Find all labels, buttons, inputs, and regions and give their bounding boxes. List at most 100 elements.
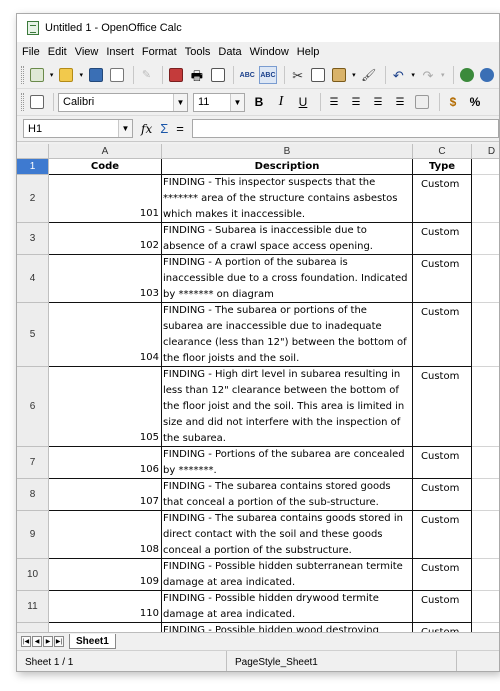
row-header[interactable]: 1	[17, 159, 49, 175]
spreadsheet-grid[interactable]: A B C D 1 Code Description Type 2 101 FI…	[17, 144, 499, 632]
last-sheet-icon[interactable]: ▶|	[54, 636, 64, 647]
page-preview-icon[interactable]	[209, 66, 227, 84]
description-cell[interactable]: FINDING - A portion of the subarea is in…	[162, 255, 413, 303]
next-sheet-icon[interactable]: ▶	[43, 636, 53, 647]
percent-format-button[interactable]: %	[466, 93, 484, 111]
empty-cell[interactable]	[472, 591, 499, 623]
chevron-down-icon[interactable]: ▼	[118, 120, 132, 137]
type-cell[interactable]: Custom	[413, 511, 472, 559]
menu-tools[interactable]: Tools	[185, 46, 211, 58]
empty-cell[interactable]	[472, 159, 499, 175]
menu-data[interactable]: Data	[218, 46, 241, 58]
dropdown-arrow-icon[interactable]: ▾	[49, 66, 55, 84]
open-folder-icon[interactable]	[58, 66, 76, 84]
column-header-b[interactable]: B	[162, 144, 413, 159]
description-cell[interactable]: FINDING - The subarea contains goods sto…	[162, 511, 413, 559]
name-box[interactable]: H1 ▼	[23, 119, 133, 138]
type-cell[interactable]: Custom	[413, 223, 472, 255]
previous-sheet-icon[interactable]: ◀	[32, 636, 42, 647]
header-cell-code[interactable]: Code	[49, 159, 162, 175]
description-cell[interactable]: FINDING - Possible hidden wood destroyin…	[162, 623, 413, 632]
empty-cell[interactable]	[472, 175, 499, 223]
first-sheet-icon[interactable]: |◀	[21, 636, 31, 647]
empty-cell[interactable]	[472, 223, 499, 255]
dropdown-arrow-icon[interactable]: ▾	[410, 66, 416, 84]
empty-cell[interactable]	[472, 479, 499, 511]
spellcheck-icon[interactable]: ABC	[238, 66, 256, 84]
formula-input[interactable]	[191, 119, 499, 138]
row-header[interactable]: 2	[17, 175, 49, 223]
column-header-c[interactable]: C	[413, 144, 472, 159]
copy-icon[interactable]	[310, 66, 328, 84]
code-cell[interactable]: 110	[49, 591, 162, 623]
code-cell[interactable]	[49, 623, 162, 632]
function-wizard-button[interactable]: fx	[141, 122, 152, 136]
row-header[interactable]: 6	[17, 367, 49, 447]
description-cell[interactable]: FINDING - This inspector suspects that t…	[162, 175, 413, 223]
paste-icon[interactable]	[330, 66, 348, 84]
dropdown-arrow-icon[interactable]: ▾	[440, 66, 446, 84]
type-cell[interactable]: Custom	[413, 559, 472, 591]
merge-cells-icon[interactable]	[413, 93, 431, 111]
toolbar-grip[interactable]	[21, 93, 24, 111]
code-cell[interactable]: 101	[49, 175, 162, 223]
code-cell[interactable]: 103	[49, 255, 162, 303]
code-cell[interactable]: 102	[49, 223, 162, 255]
row-header[interactable]: 7	[17, 447, 49, 479]
empty-cell[interactable]	[472, 255, 499, 303]
justify-icon[interactable]: ☰	[391, 93, 409, 111]
description-cell[interactable]: FINDING - Subarea is inaccessible due to…	[162, 223, 413, 255]
code-cell[interactable]: 106	[49, 447, 162, 479]
chevron-down-icon[interactable]: ▼	[230, 93, 244, 111]
format-paintbrush-icon[interactable]: 🖌	[360, 66, 378, 84]
print-icon[interactable]: 🖶	[188, 66, 206, 84]
menu-file[interactable]: File	[22, 46, 40, 58]
description-cell[interactable]: FINDING - Portions of the subarea are co…	[162, 447, 413, 479]
empty-cell[interactable]	[472, 303, 499, 367]
type-cell[interactable]: Custom	[413, 623, 472, 632]
type-cell[interactable]: Custom	[413, 479, 472, 511]
empty-cell[interactable]	[472, 559, 499, 591]
edit-file-icon[interactable]: ✎	[138, 66, 156, 84]
column-header-d[interactable]: D	[472, 144, 499, 159]
row-header[interactable]: 9	[17, 511, 49, 559]
code-cell[interactable]: 107	[49, 479, 162, 511]
description-cell[interactable]: FINDING - The subarea or portions of the…	[162, 303, 413, 367]
align-right-icon[interactable]: ☰	[369, 93, 387, 111]
currency-format-icon[interactable]: $	[444, 93, 462, 111]
autospellcheck-icon[interactable]: ABC	[259, 66, 277, 84]
chevron-down-icon[interactable]: ▼	[173, 93, 187, 111]
row-header[interactable]: 4	[17, 255, 49, 303]
redo-icon[interactable]: ↷	[419, 66, 437, 84]
empty-cell[interactable]	[472, 367, 499, 447]
type-cell[interactable]: Custom	[413, 255, 472, 303]
styles-formatting-icon[interactable]	[28, 93, 46, 111]
row-header[interactable]: 8	[17, 479, 49, 511]
cut-icon[interactable]: ✂	[289, 66, 307, 84]
column-header-a[interactable]: A	[49, 144, 162, 159]
align-left-icon[interactable]: ☰	[325, 93, 343, 111]
row-header[interactable]: 5	[17, 303, 49, 367]
empty-cell[interactable]	[472, 447, 499, 479]
navigator-icon[interactable]	[478, 66, 496, 84]
select-all-corner[interactable]	[17, 144, 49, 159]
menu-window[interactable]: Window	[250, 46, 289, 58]
empty-cell[interactable]	[472, 623, 499, 632]
description-cell[interactable]: FINDING - Possible hidden subterranean t…	[162, 559, 413, 591]
new-document-icon[interactable]	[28, 66, 46, 84]
menu-insert[interactable]: Insert	[106, 46, 134, 58]
code-cell[interactable]: 109	[49, 559, 162, 591]
code-cell[interactable]: 108	[49, 511, 162, 559]
header-cell-description[interactable]: Description	[162, 159, 413, 175]
header-cell-type[interactable]: Type	[413, 159, 472, 175]
code-cell[interactable]: 105	[49, 367, 162, 447]
type-cell[interactable]: Custom	[413, 367, 472, 447]
menu-view[interactable]: View	[75, 46, 99, 58]
dropdown-arrow-icon[interactable]: ▾	[351, 66, 357, 84]
toolbar-grip[interactable]	[21, 66, 24, 84]
row-header[interactable]: 10	[17, 559, 49, 591]
formula-button[interactable]: =	[176, 121, 184, 136]
email-icon[interactable]	[108, 66, 126, 84]
save-icon[interactable]	[87, 66, 105, 84]
page-style-status[interactable]: PageStyle_Sheet1	[227, 651, 457, 671]
